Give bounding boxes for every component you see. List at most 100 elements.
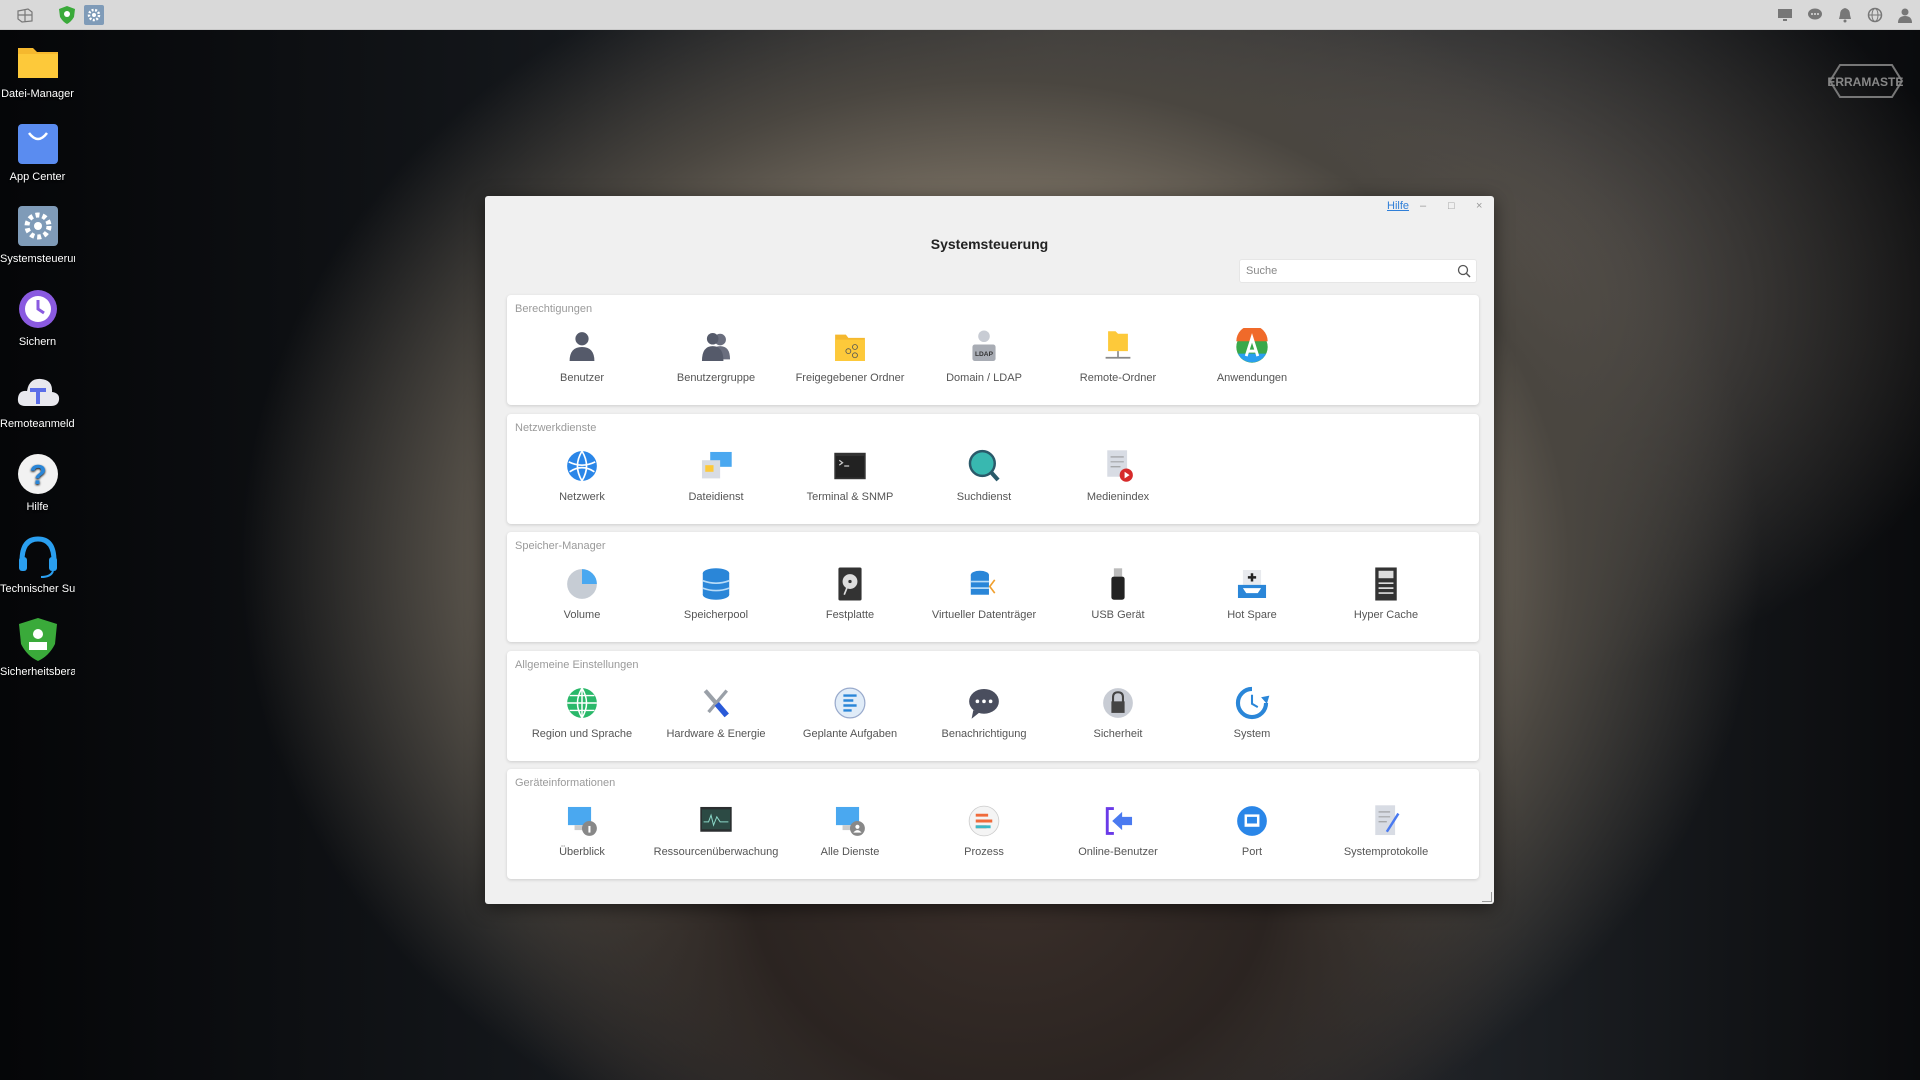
item-label: USB Gerät	[1091, 609, 1145, 621]
item-label: Überblick	[559, 846, 605, 858]
section-title: Netzwerkdienste	[515, 421, 597, 434]
close-button[interactable]: ×	[1476, 200, 1482, 212]
minimize-button[interactable]: –	[1420, 200, 1426, 212]
maximize-button[interactable]: □	[1448, 200, 1455, 212]
logs-icon	[1367, 802, 1405, 840]
item-monitor[interactable]: Ressourcenüberwachung	[649, 799, 783, 858]
item-label: Dateidienst	[688, 490, 744, 503]
item-group[interactable]: Benutzergruppe	[649, 325, 783, 384]
process-icon	[965, 802, 1003, 840]
chat-icon[interactable]	[1802, 3, 1828, 27]
item-apps[interactable]: Anwendungen	[1185, 325, 1319, 384]
section-netzwerkdienste: Netzwerkdienste Netzwerk Dateidienst Termin…	[507, 413, 1479, 524]
desktop-icon-help[interactable]: ? Hilfe	[0, 451, 75, 514]
item-label: Hot Spare	[1227, 609, 1277, 621]
item-online[interactable]: Online-Benutzer	[1051, 799, 1185, 858]
item-logs[interactable]: Systemprotokolle	[1319, 799, 1453, 858]
item-volume[interactable]: Volume	[515, 562, 649, 621]
hotspare-icon	[1233, 565, 1271, 603]
svg-text:LDAP: LDAP	[975, 351, 994, 358]
port-icon	[1233, 802, 1271, 840]
item-searchsvc[interactable]: Suchdienst	[917, 444, 1051, 503]
monitor-icon[interactable]	[1772, 3, 1798, 27]
item-label: Freigegebener Ordner	[795, 372, 905, 384]
item-label: Remote-Ordner	[1079, 372, 1157, 384]
item-notify[interactable]: Benachrichtigung	[917, 681, 1051, 740]
desktop-icon-gear[interactable]: Systemsteuerun	[0, 203, 75, 266]
search-input[interactable]	[1240, 260, 1440, 282]
usb-icon	[1099, 565, 1137, 603]
search-icon[interactable]	[1457, 264, 1471, 278]
system-icon	[1233, 684, 1271, 722]
section-ger-teinformationen: Geräteinformationen Überblick Ressourcenüb…	[507, 769, 1479, 879]
desktop-icon-shield[interactable]: Sicherheitsberat	[0, 616, 75, 679]
group-icon	[697, 328, 735, 366]
item-label: Netzwerk	[559, 490, 605, 503]
user-icon[interactable]	[1892, 3, 1918, 27]
desktop-icon-headset[interactable]: Technischer Support	[0, 533, 75, 596]
item-ldap[interactable]: LDAP Domain / LDAP	[917, 325, 1051, 384]
media-icon	[1099, 447, 1137, 485]
resize-handle[interactable]	[1482, 892, 1492, 902]
item-label: Anwendungen	[1216, 372, 1288, 384]
item-sharedfolder[interactable]: Freigegebener Ordner	[783, 325, 917, 384]
item-label: Medienindex	[1086, 490, 1150, 503]
remotefolder-icon	[1099, 328, 1137, 366]
item-process[interactable]: Prozess	[917, 799, 1051, 858]
windows-start-icon[interactable]	[12, 3, 38, 27]
item-hotspare[interactable]: Hot Spare	[1185, 562, 1319, 621]
settings-gear-icon[interactable]	[84, 5, 104, 25]
gear-icon	[15, 203, 61, 249]
user-icon	[563, 328, 601, 366]
help-link[interactable]: Hilfe	[1387, 200, 1409, 212]
item-services[interactable]: Alle Dienste	[783, 799, 917, 858]
tools-icon	[697, 684, 735, 722]
item-fileservice[interactable]: Dateidienst	[649, 444, 783, 503]
section-allgemeine-einstellungen: Allgemeine Einstellungen Region und Sprac…	[507, 650, 1479, 761]
searchsvc-icon	[965, 447, 1003, 485]
desktop-icon-folder[interactable]: Datei-Manager	[0, 38, 75, 101]
item-overview[interactable]: Überblick	[515, 799, 649, 858]
item-remotefolder[interactable]: Remote-Ordner	[1051, 325, 1185, 384]
item-pool[interactable]: Speicherpool	[649, 562, 783, 621]
item-region[interactable]: Region und Sprache	[515, 681, 649, 740]
desktop-icon-label: App Center	[9, 170, 66, 183]
item-label: Speicherpool	[683, 609, 749, 621]
item-port[interactable]: Port	[1185, 799, 1319, 858]
globe-icon[interactable]	[1862, 3, 1888, 27]
search-box	[1239, 259, 1477, 283]
pool-icon	[697, 565, 735, 603]
taskbar	[0, 0, 1920, 30]
bell-icon[interactable]	[1832, 3, 1858, 27]
item-system[interactable]: System	[1185, 681, 1319, 740]
overview-icon	[563, 802, 601, 840]
item-network[interactable]: Netzwerk	[515, 444, 649, 503]
item-ssd[interactable]: Hyper Cache	[1319, 562, 1453, 621]
item-tools[interactable]: Hardware & Energie	[649, 681, 783, 740]
item-usb[interactable]: USB Gerät	[1051, 562, 1185, 621]
shield-icon	[15, 616, 61, 662]
folder-icon	[15, 38, 61, 84]
item-disk[interactable]: Festplatte	[783, 562, 917, 621]
desktop-icon-cloud[interactable]: Remoteanmeldu	[0, 368, 75, 431]
security-shield-icon[interactable]	[54, 3, 80, 27]
item-label: Volume	[563, 609, 601, 621]
item-label: Virtueller Datenträger	[931, 609, 1037, 621]
item-lock[interactable]: Sicherheit	[1051, 681, 1185, 740]
desktop-icon-label: Datei-Manager	[1, 88, 74, 100]
desktop-icon-label: Sichern	[18, 335, 57, 348]
desktop-icon-appcenter[interactable]: App Center	[0, 121, 75, 184]
svg-text:?: ?	[29, 459, 46, 490]
apps-icon	[1233, 325, 1271, 366]
item-media[interactable]: Medienindex	[1051, 444, 1185, 503]
item-tasks[interactable]: Geplante Aufgaben	[783, 681, 917, 740]
item-terminal[interactable]: Terminal & SNMP	[783, 444, 917, 503]
item-label: Benachrichtigung	[941, 727, 1027, 740]
item-user[interactable]: Benutzer	[515, 325, 649, 384]
item-vdisk[interactable]: Virtueller Datenträger	[917, 562, 1051, 621]
headset-icon	[15, 533, 61, 579]
desktop-icon-backup[interactable]: Sichern	[0, 286, 75, 349]
window-title: Systemsteuerung	[930, 236, 1049, 252]
item-label: Suchdienst	[956, 490, 1012, 503]
section-title: Allgemeine Einstellungen	[515, 658, 639, 671]
